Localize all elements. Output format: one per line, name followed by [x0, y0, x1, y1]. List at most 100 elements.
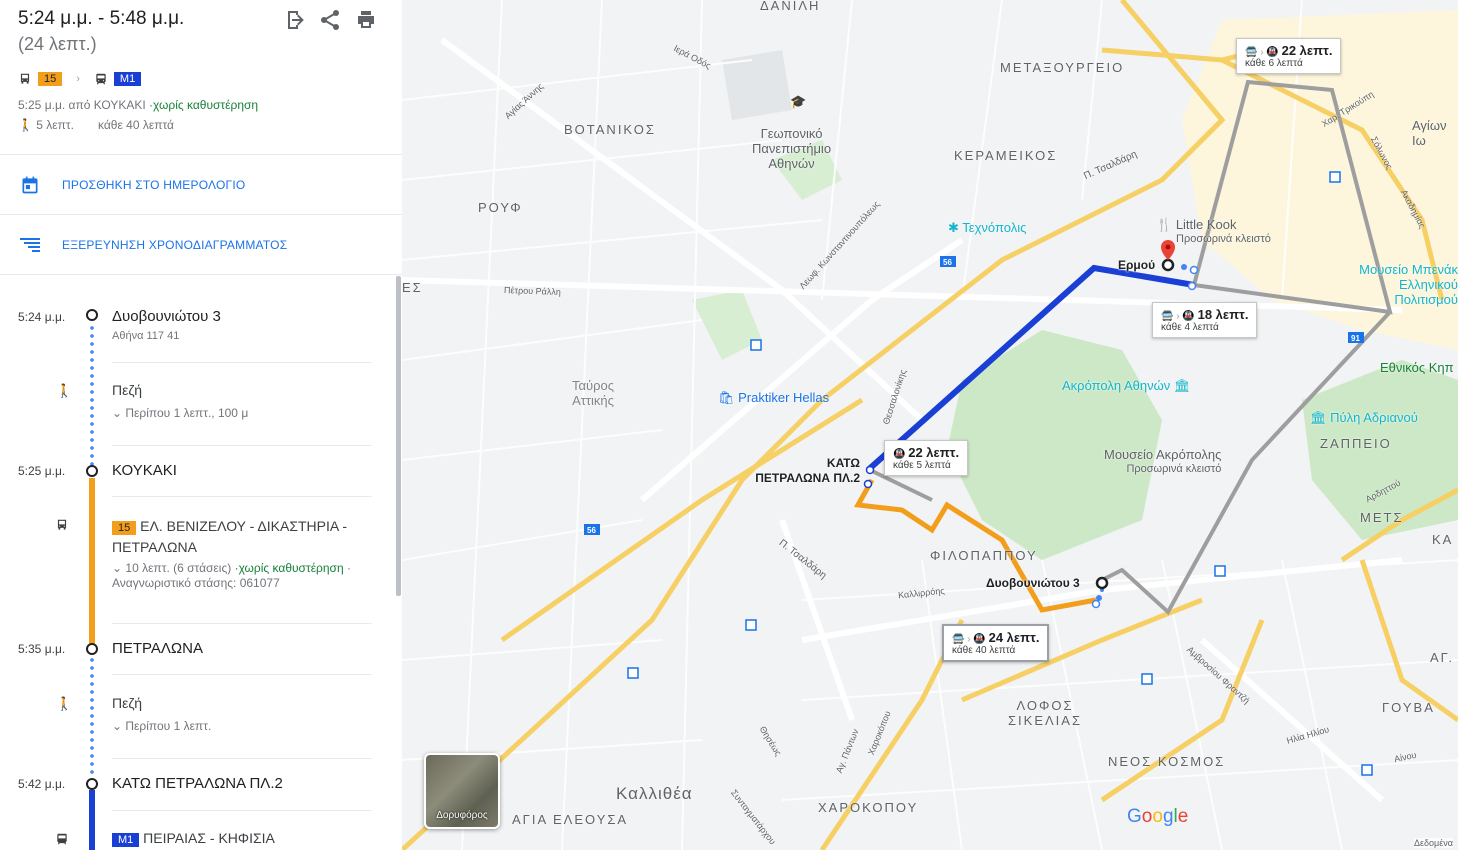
route-option-callout[interactable]: 🚍 › 🚇 18 λεπτ. κάθε 4 λεπτά [1152, 302, 1258, 338]
bus-details-duration: 10 λεπτ. (6 στάσεις) [125, 561, 232, 575]
poi-national-garden[interactable]: Εθνικός Κηπ [1380, 360, 1454, 375]
bus-path-line [89, 478, 95, 644]
poi-acropolis-museum[interactable]: Μουσείο Ακρόπολης Προσωρινά κλειστό [1104, 448, 1221, 476]
poi-label: Τεχνόπολις [962, 220, 1027, 235]
satellite-toggle[interactable]: Δορυφόρος [424, 753, 500, 829]
walk-details-text: Περίπου 1 λεπτ. [125, 719, 212, 733]
route-option-callout[interactable]: 🚍 › 🚇 22 λεπτ. κάθε 6 λεπτά [1236, 38, 1342, 74]
explore-schedule-button[interactable]: ΕΞΕΡΕΥΝΗΣΗ ΧΡΟΝΟΔΙΑΓΡΑΜΜΑΤΟΣ [0, 215, 402, 275]
divider [112, 810, 372, 811]
metro-icon [96, 73, 106, 85]
poi-little-kook[interactable]: 🍴 Little Kook Προσωρινά κλειστό [1156, 218, 1271, 246]
origin-marker[interactable] [1095, 576, 1109, 590]
poi-benaki[interactable]: Μουσείο Μπενάκ Ελληνικού Πολιτισμού [1352, 262, 1458, 307]
google-logo: Google [1127, 806, 1189, 827]
poi-label-line: Μουσείο Μπενάκ [1359, 262, 1458, 277]
stop-marker [86, 643, 98, 655]
stop-name[interactable]: ΚΟΥΚΑΚΙ [112, 462, 177, 479]
walk-path-line [90, 656, 94, 778]
stop-name[interactable]: Δυοβουνιώτου 3 [112, 308, 221, 325]
station-label: ΚΑΤΩ ΠΕΤΡΑΛΩΝΑ ΠΛ.2 [752, 456, 860, 486]
stop-time: 5:25 μ.μ. [18, 464, 66, 478]
origin-label: Δυοβουνιώτου 3 [986, 576, 1080, 590]
metro-line-info: M1 ΠΕΙΡΑΙΑΣ - ΚΗΦΙΣΙΑ [112, 830, 275, 847]
poi-status: Προσωρινά κλειστό [1126, 463, 1222, 475]
stop-marker [86, 465, 98, 477]
walk-path-line [90, 324, 94, 466]
stop-time: 5:42 μ.μ. [18, 777, 66, 791]
poi-technopolis[interactable]: ✱ Τεχνόπολις [948, 220, 1026, 236]
map-canvas[interactable]: 56 56 91 ΔΑΝΙΛΗ ΜΕΤΑΞΟΥΡΓΕΙΟ ΒΟΤΑΝΙΚΟΣ Κ… [402, 0, 1458, 850]
metro-icon: 🚇 [893, 449, 906, 460]
bus-icon [20, 73, 30, 84]
area-label: ΜΕΤΑΞΟΥΡΓΕΙΟ [1000, 60, 1125, 75]
walk-mode: Πεζή [112, 695, 143, 711]
bus-line-name: ΕΛ. ΒΕΝΙΖΕΛΟΥ - ΔΙΚΑΣΤΗΡΙΑ - ΠΕΤΡΑΛΩΝΑ [112, 518, 348, 555]
trip-meta: 🚶 5 λεπτ. κάθε 40 λεπτά [18, 118, 174, 132]
print-icon[interactable] [354, 8, 378, 32]
callout-frequency: κάθε 4 λεπτά [1161, 322, 1219, 333]
area-label: ΓΟΥΒΑ [1382, 700, 1435, 715]
area-tavros: Ταύρος Αττικής [572, 378, 614, 408]
add-to-calendar-button[interactable]: ΠΡΟΣΘΗΚΗ ΣΤΟ ΗΜΕΡΟΛΟΓΙΟ [0, 155, 402, 215]
area-label: ΡΟΥΦ [478, 200, 523, 215]
poi-acropolis[interactable]: Ακρόπολη Αθηνών 🏛 [1062, 378, 1190, 394]
city-label: Καλλιθέα [616, 784, 693, 803]
stop-address: Αθήνα 117 41 [112, 330, 180, 342]
callout-duration: 22 λεπτ. [1281, 43, 1333, 58]
metro-icon: 🚇 [973, 634, 986, 645]
selected-route-callout[interactable]: 🚍 › 🚇 24 λεπτ. κάθε 40 λεπτά [942, 624, 1050, 662]
explore-schedule-label: ΕΞΕΡΕΥΝΗΣΗ ΧΡΟΝΟΔΙΑΓΡΑΜΜΑΤΟΣ [62, 238, 288, 252]
area-label: ΚΑ [1432, 532, 1454, 547]
walk-mode: Πεζή [112, 382, 143, 398]
area-label-line: ΣΙΚΕΛΙΑΣ [1008, 713, 1082, 728]
street-label: Πέτρου Ράλλη [503, 285, 561, 297]
route-option-callout[interactable]: 🚇 22 λεπτ. κάθε 5 λεπτά [884, 440, 969, 476]
divider [112, 758, 372, 759]
metro-path-line [89, 790, 95, 850]
poi-label-line: Ελληνικού Πολιτισμού [1394, 277, 1458, 307]
area-label: ΚΕΡΑΜΕΙΚΟΣ [954, 148, 1058, 163]
destination-label: Ερμού [1118, 258, 1156, 272]
destination-marker[interactable] [1161, 258, 1175, 272]
stop-name[interactable]: ΚΑΤΩ ΠΕΤΡΑΛΩΝΑ ΠΛ.2 [112, 775, 283, 792]
stop-name[interactable]: ΠΕΤΡΑΛΩΝΑ [112, 640, 203, 657]
area-label: ΦΙΛΟΠΑΠΠΟΥ [930, 548, 1038, 563]
svg-text:56: 56 [943, 258, 952, 267]
metro-line-badge: M1 [113, 72, 142, 86]
divider [112, 362, 372, 363]
satellite-label: Δορυφόρος [436, 810, 488, 821]
walk-icon: 🚶 [18, 118, 33, 132]
frequency: κάθε 40 λεπτά [98, 118, 174, 132]
area-label: ΧΑΡΟΚΟΠΟΥ [818, 800, 919, 815]
station-label-line: ΚΑΤΩ [826, 456, 860, 470]
metro-icon [57, 833, 67, 845]
poi-geoponiko[interactable]: Γεωπονικό Πανεπιστήμιο Αθηνών [752, 126, 831, 171]
walk-details[interactable]: ⌄ Περίπου 1 λεπτ., 100 μ [112, 406, 248, 421]
departure-info: 5:25 μ.μ. από ΚΟΥΚΑΚΙ ·χωρίς καθυστέρηση [18, 98, 258, 112]
poi-praktiker[interactable]: 🛍 Praktiker Hellas [718, 390, 829, 406]
map-data-credit[interactable]: Δεδομένα [1414, 838, 1453, 848]
walk-details[interactable]: ⌄ Περίπου 1 λεπτ. [112, 719, 211, 734]
metro-icon: 🚇 [1182, 311, 1195, 322]
bus-details[interactable]: ⌄ 10 λεπτ. (6 στάσεις) ·χωρίς καθυστέρησ… [112, 561, 372, 591]
poi-label: Praktiker Hellas [738, 390, 830, 405]
walk-details-text: Περίπου 1 λεπτ., 100 μ [125, 406, 249, 420]
calendar-icon [22, 176, 38, 194]
departure-status: ·χωρίς καθυστέρηση [149, 98, 259, 112]
share-icon[interactable] [318, 8, 342, 32]
directions-panel: 5:24 μ.μ. - 5:48 μ.μ. (24 λεπτ.) 15 › M1… [0, 0, 402, 850]
attraction-icon: ✱ [948, 220, 959, 235]
poi-hadrian-gate[interactable]: 🏛 Πύλη Αδριανού [1310, 410, 1418, 426]
send-to-phone-icon[interactable] [282, 8, 306, 32]
poi-label: Little Kook [1175, 217, 1237, 232]
stop-marker [86, 778, 98, 790]
schedule-icon [20, 238, 40, 252]
svg-text:56: 56 [587, 526, 596, 535]
callout-duration: 24 λεπτ. [988, 630, 1040, 645]
panel-scrollbar[interactable] [396, 276, 401, 596]
bus-line-badge: 15 [112, 521, 137, 535]
add-to-calendar-label: ΠΡΟΣΘΗΚΗ ΣΤΟ ΗΜΕΡΟΛΟΓΙΟ [62, 178, 246, 192]
landmark-icon: 🏛 [1173, 378, 1191, 393]
callout-duration: 18 λεπτ. [1197, 307, 1249, 322]
